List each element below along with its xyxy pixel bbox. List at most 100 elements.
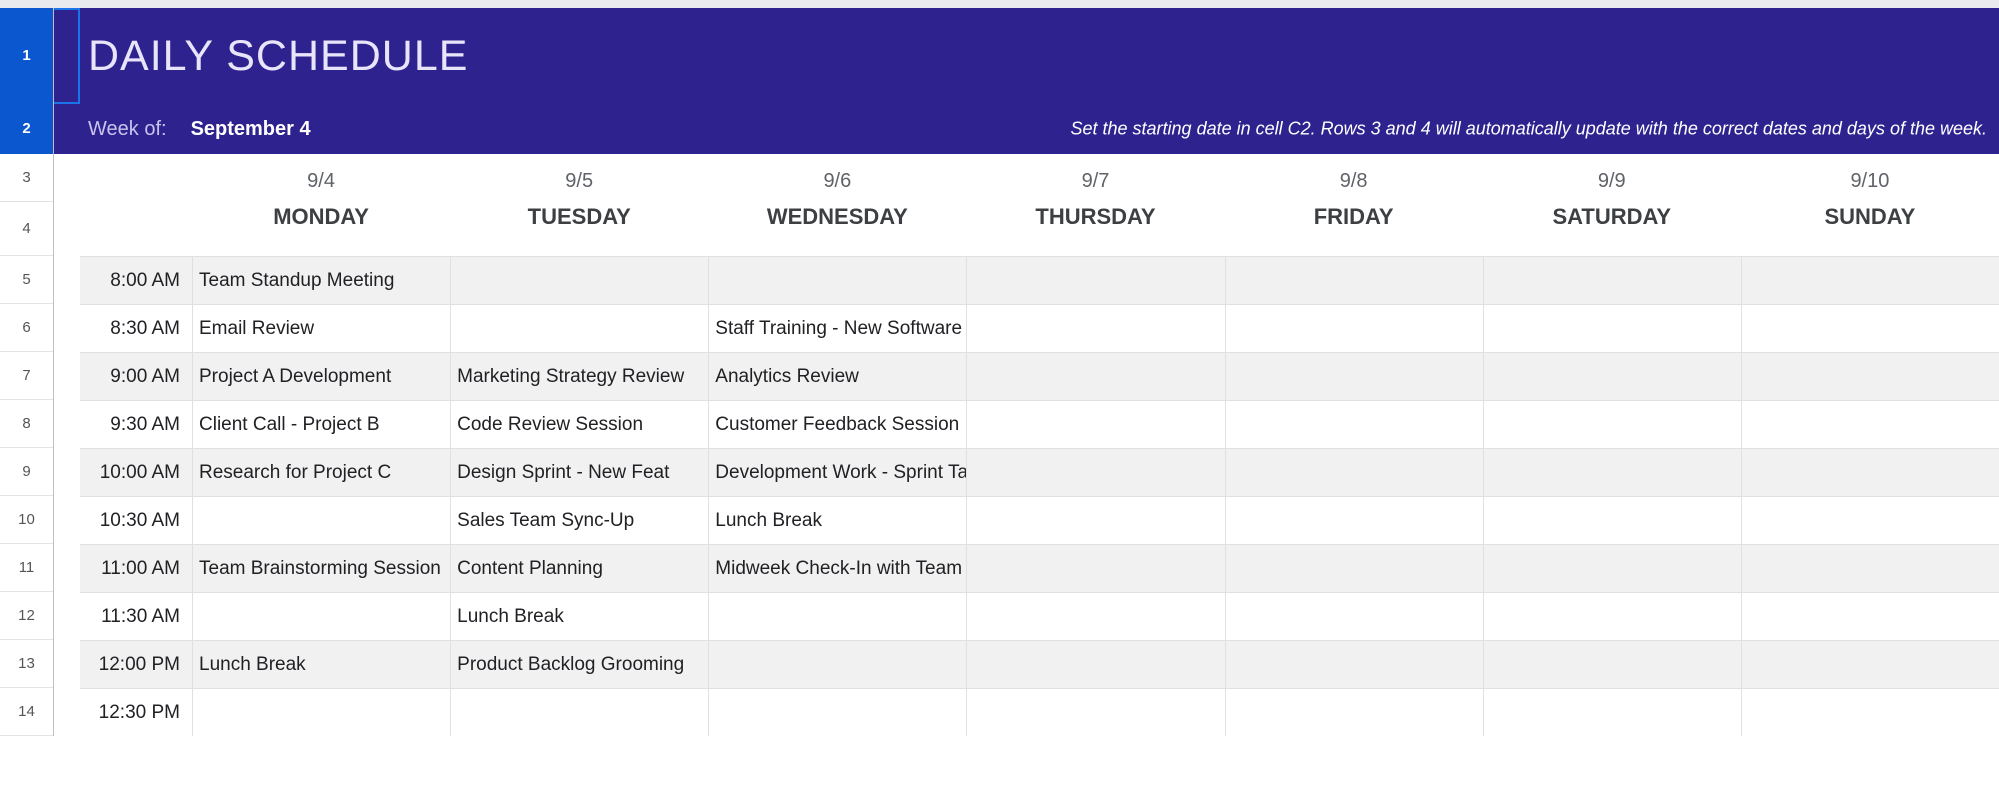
day-name[interactable]: MONDAY xyxy=(192,202,450,256)
day-date[interactable]: 9/9 xyxy=(1483,154,1741,202)
event-cell[interactable] xyxy=(1225,592,1483,640)
event-cell[interactable] xyxy=(450,688,708,736)
event-cell[interactable]: Team Standup Meeting xyxy=(192,256,450,304)
event-cell[interactable] xyxy=(1483,640,1741,688)
event-cell[interactable]: Research for Project C xyxy=(192,448,450,496)
day-date[interactable]: 9/7 xyxy=(966,154,1224,202)
event-cell[interactable]: Product Backlog Grooming xyxy=(450,640,708,688)
event-cell[interactable] xyxy=(192,496,450,544)
event-cell[interactable] xyxy=(1741,400,1999,448)
event-cell[interactable] xyxy=(1225,544,1483,592)
event-cell[interactable] xyxy=(1225,400,1483,448)
row-number[interactable]: 6 xyxy=(0,304,53,352)
row-number[interactable]: 10 xyxy=(0,496,53,544)
event-cell[interactable] xyxy=(966,544,1224,592)
row-number[interactable]: 9 xyxy=(0,448,53,496)
event-cell[interactable]: Content Planning xyxy=(450,544,708,592)
row-number[interactable]: 11 xyxy=(0,544,53,592)
event-cell[interactable] xyxy=(1741,592,1999,640)
time-cell[interactable]: 8:00 AM xyxy=(80,256,192,304)
time-cell[interactable]: 12:00 PM xyxy=(80,640,192,688)
event-cell[interactable] xyxy=(708,256,966,304)
row-number[interactable]: 4 xyxy=(0,202,53,256)
row-number[interactable]: 13 xyxy=(0,640,53,688)
day-date[interactable]: 9/6 xyxy=(708,154,966,202)
event-cell[interactable] xyxy=(966,688,1224,736)
event-cell[interactable] xyxy=(966,256,1224,304)
event-cell[interactable] xyxy=(708,688,966,736)
event-cell[interactable] xyxy=(1225,448,1483,496)
event-cell[interactable] xyxy=(1225,496,1483,544)
event-cell[interactable] xyxy=(966,496,1224,544)
event-cell[interactable] xyxy=(708,592,966,640)
time-cell[interactable]: 12:30 PM xyxy=(80,688,192,736)
event-cell[interactable]: Project A Development xyxy=(192,352,450,400)
event-cell[interactable] xyxy=(966,592,1224,640)
row-number[interactable]: 2 xyxy=(0,104,53,154)
time-cell[interactable]: 9:30 AM xyxy=(80,400,192,448)
day-name[interactable]: WEDNESDAY xyxy=(708,202,966,256)
event-cell[interactable] xyxy=(1483,304,1741,352)
banner-subtitle-row[interactable]: Week of: September 4 Set the starting da… xyxy=(80,104,1999,154)
event-cell[interactable]: Client Call - Project B xyxy=(192,400,450,448)
time-cell[interactable]: 10:00 AM xyxy=(80,448,192,496)
day-date[interactable]: 9/10 xyxy=(1741,154,1999,202)
event-cell[interactable] xyxy=(1741,688,1999,736)
banner-title-row[interactable]: DAILY SCHEDULE xyxy=(80,8,1999,104)
event-cell[interactable]: Staff Training - New Software xyxy=(708,304,966,352)
event-cell[interactable] xyxy=(192,592,450,640)
time-cell[interactable]: 11:00 AM xyxy=(80,544,192,592)
event-cell[interactable] xyxy=(1483,400,1741,448)
time-cell[interactable]: 8:30 AM xyxy=(80,304,192,352)
event-cell[interactable]: Design Sprint - New Feat xyxy=(450,448,708,496)
event-cell[interactable] xyxy=(966,448,1224,496)
row-number[interactable]: 7 xyxy=(0,352,53,400)
time-cell[interactable]: 10:30 AM xyxy=(80,496,192,544)
event-cell[interactable] xyxy=(1483,256,1741,304)
event-cell[interactable] xyxy=(1483,496,1741,544)
event-cell[interactable] xyxy=(1483,448,1741,496)
event-cell[interactable] xyxy=(966,352,1224,400)
event-cell[interactable]: Lunch Break xyxy=(192,640,450,688)
event-cell[interactable]: Development Work - Sprint Tasks xyxy=(708,448,966,496)
event-cell[interactable]: Sales Team Sync-Up xyxy=(450,496,708,544)
event-cell[interactable]: Code Review Session xyxy=(450,400,708,448)
event-cell[interactable] xyxy=(1741,304,1999,352)
row-number[interactable]: 8 xyxy=(0,400,53,448)
event-cell[interactable]: Midweek Check-In with Team xyxy=(708,544,966,592)
event-cell[interactable] xyxy=(1741,256,1999,304)
day-name[interactable]: THURSDAY xyxy=(966,202,1224,256)
event-cell[interactable] xyxy=(1225,256,1483,304)
event-cell[interactable]: Team Brainstorming Session xyxy=(192,544,450,592)
time-cell[interactable]: 11:30 AM xyxy=(80,592,192,640)
day-date[interactable]: 9/4 xyxy=(192,154,450,202)
event-cell[interactable] xyxy=(1225,640,1483,688)
event-cell[interactable] xyxy=(450,304,708,352)
time-cell[interactable]: 9:00 AM xyxy=(80,352,192,400)
event-cell[interactable]: Customer Feedback Session xyxy=(708,400,966,448)
event-cell[interactable]: Lunch Break xyxy=(708,496,966,544)
event-cell[interactable] xyxy=(1225,352,1483,400)
event-cell[interactable] xyxy=(1741,496,1999,544)
event-cell[interactable] xyxy=(1741,448,1999,496)
event-cell[interactable] xyxy=(1483,352,1741,400)
event-cell[interactable] xyxy=(1483,688,1741,736)
row-number[interactable]: 14 xyxy=(0,688,53,736)
event-cell[interactable]: Analytics Review xyxy=(708,352,966,400)
event-cell[interactable] xyxy=(966,400,1224,448)
event-cell[interactable] xyxy=(708,640,966,688)
day-date[interactable]: 9/5 xyxy=(450,154,708,202)
event-cell[interactable] xyxy=(1741,544,1999,592)
day-name[interactable]: FRIDAY xyxy=(1225,202,1483,256)
event-cell[interactable] xyxy=(1225,688,1483,736)
event-cell[interactable]: Lunch Break xyxy=(450,592,708,640)
event-cell[interactable] xyxy=(450,256,708,304)
event-cell[interactable] xyxy=(192,688,450,736)
day-name[interactable]: TUESDAY xyxy=(450,202,708,256)
row-number[interactable]: 3 xyxy=(0,154,53,202)
event-cell[interactable] xyxy=(1741,640,1999,688)
day-name[interactable]: SUNDAY xyxy=(1741,202,1999,256)
event-cell[interactable] xyxy=(966,640,1224,688)
event-cell[interactable] xyxy=(1483,544,1741,592)
event-cell[interactable] xyxy=(1483,592,1741,640)
